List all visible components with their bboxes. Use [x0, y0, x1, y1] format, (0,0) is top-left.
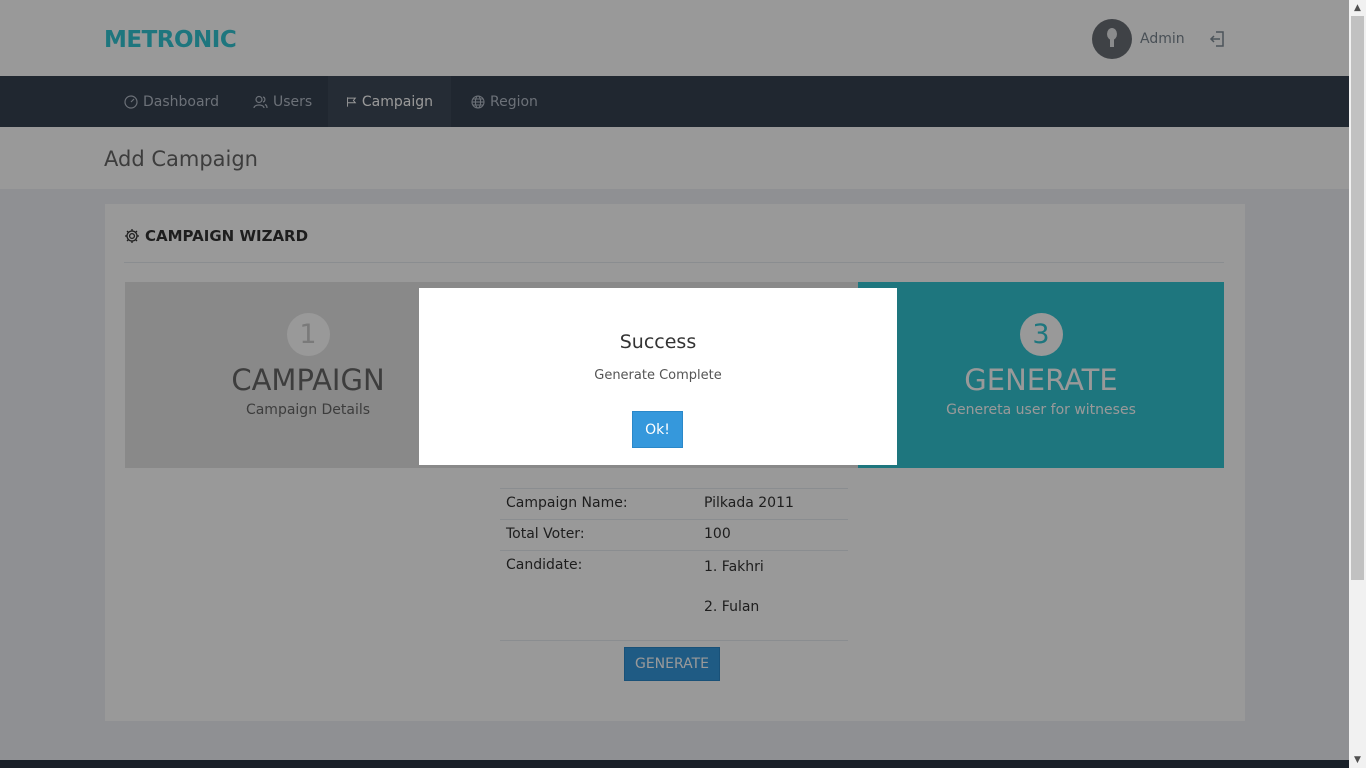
scroll-up-arrow-icon[interactable]: ▲	[1349, 0, 1366, 16]
ok-button[interactable]: Ok!	[632, 411, 683, 448]
page-scrollbar[interactable]: ▲ ▼	[1349, 0, 1366, 768]
success-dialog: Success Generate Complete Ok!	[419, 288, 897, 465]
dialog-message: Generate Complete	[594, 368, 722, 383]
dialog-title: Success	[619, 331, 697, 353]
scroll-down-arrow-icon[interactable]: ▼	[1349, 752, 1366, 768]
scroll-thumb[interactable]	[1351, 16, 1364, 580]
